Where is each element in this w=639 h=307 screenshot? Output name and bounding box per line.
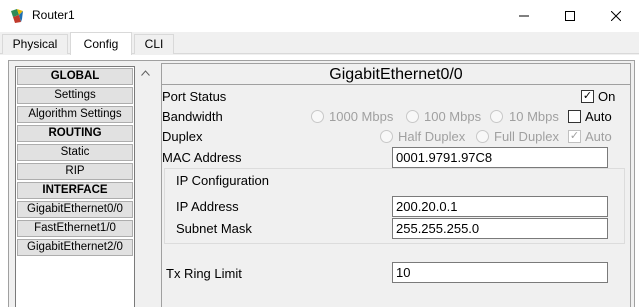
nav-item-gigabitethernet0-0[interactable]: GigabitEthernet0/0 [17,201,133,218]
minimize-icon [519,15,529,17]
bandwidth-1000-label: 1000 Mbps [329,109,394,124]
nav-header-routing[interactable]: ROUTING [17,125,133,142]
ip-address-label: IP Address [176,199,239,214]
tx-ring-limit-label: Tx Ring Limit [166,266,242,281]
tab-cli[interactable]: CLI [134,34,174,54]
bandwidth-auto-checkbox[interactable] [568,110,581,123]
bandwidth-auto-label: Auto [585,109,612,124]
nav-item-static[interactable]: Static [17,144,133,161]
nav-item-fastethernet1-0[interactable]: FastEthernet1/0 [17,220,133,237]
config-nav-list: GLOBAL Settings Algorithm Settings ROUTI… [15,66,135,307]
subnet-mask-field[interactable]: 255.255.255.0 [392,218,608,239]
tab-physical[interactable]: Physical [2,34,68,54]
duplex-auto-label: Auto [585,129,612,144]
duplex-full-label: Full Duplex [494,129,560,144]
mac-address-label: MAC Address [162,150,242,165]
bandwidth-1000-radio[interactable] [311,110,324,123]
mac-address-field[interactable]: 0001.9791.97C8 [392,147,608,168]
scroll-up-button[interactable] [138,66,153,82]
nav-item-algorithm-settings[interactable]: Algorithm Settings [17,106,133,123]
port-status-on-checkbox[interactable]: ✓ [581,90,594,103]
tab-config[interactable]: Config [70,32,132,55]
bandwidth-label: Bandwidth [162,109,223,124]
bandwidth-100-label: 100 Mbps [424,109,482,124]
maximize-button[interactable] [547,0,593,32]
port-status-label: Port Status [162,89,227,104]
window-title: Router1 [32,8,75,22]
duplex-full-radio[interactable] [476,130,489,143]
close-button[interactable] [593,0,639,32]
tab-bar: Physical Config CLI [0,32,639,55]
nav-item-rip[interactable]: RIP [17,163,133,180]
duplex-label: Duplex [162,129,203,144]
router-app-icon [11,9,23,23]
nav-item-gigabitethernet2-0[interactable]: GigabitEthernet2/0 [17,239,133,256]
bandwidth-10-label: 10 Mbps [509,109,559,124]
minimize-button[interactable] [501,0,547,32]
nav-item-settings[interactable]: Settings [17,87,133,104]
port-status-on-label: On [598,89,616,104]
title-bar: Router1 [0,0,639,32]
nav-header-interface[interactable]: INTERFACE [17,182,133,199]
duplex-auto-checkbox[interactable]: ✓ [568,130,581,143]
maximize-icon [565,11,575,21]
ip-configuration-label: IP Configuration [176,173,269,188]
subnet-mask-label: Subnet Mask [176,221,252,236]
nav-header-global[interactable]: GLOBAL [17,68,133,85]
tx-ring-limit-field[interactable]: 10 [392,262,608,283]
close-icon [611,11,621,21]
panel-title: GigabitEthernet0/0 [162,64,630,85]
bandwidth-100-radio[interactable] [406,110,419,123]
ip-address-field[interactable]: 200.20.0.1 [392,196,608,217]
duplex-half-label: Half Duplex [398,129,466,144]
chevron-up-icon [141,70,150,76]
duplex-half-radio[interactable] [380,130,393,143]
bandwidth-10-radio[interactable] [490,110,503,123]
